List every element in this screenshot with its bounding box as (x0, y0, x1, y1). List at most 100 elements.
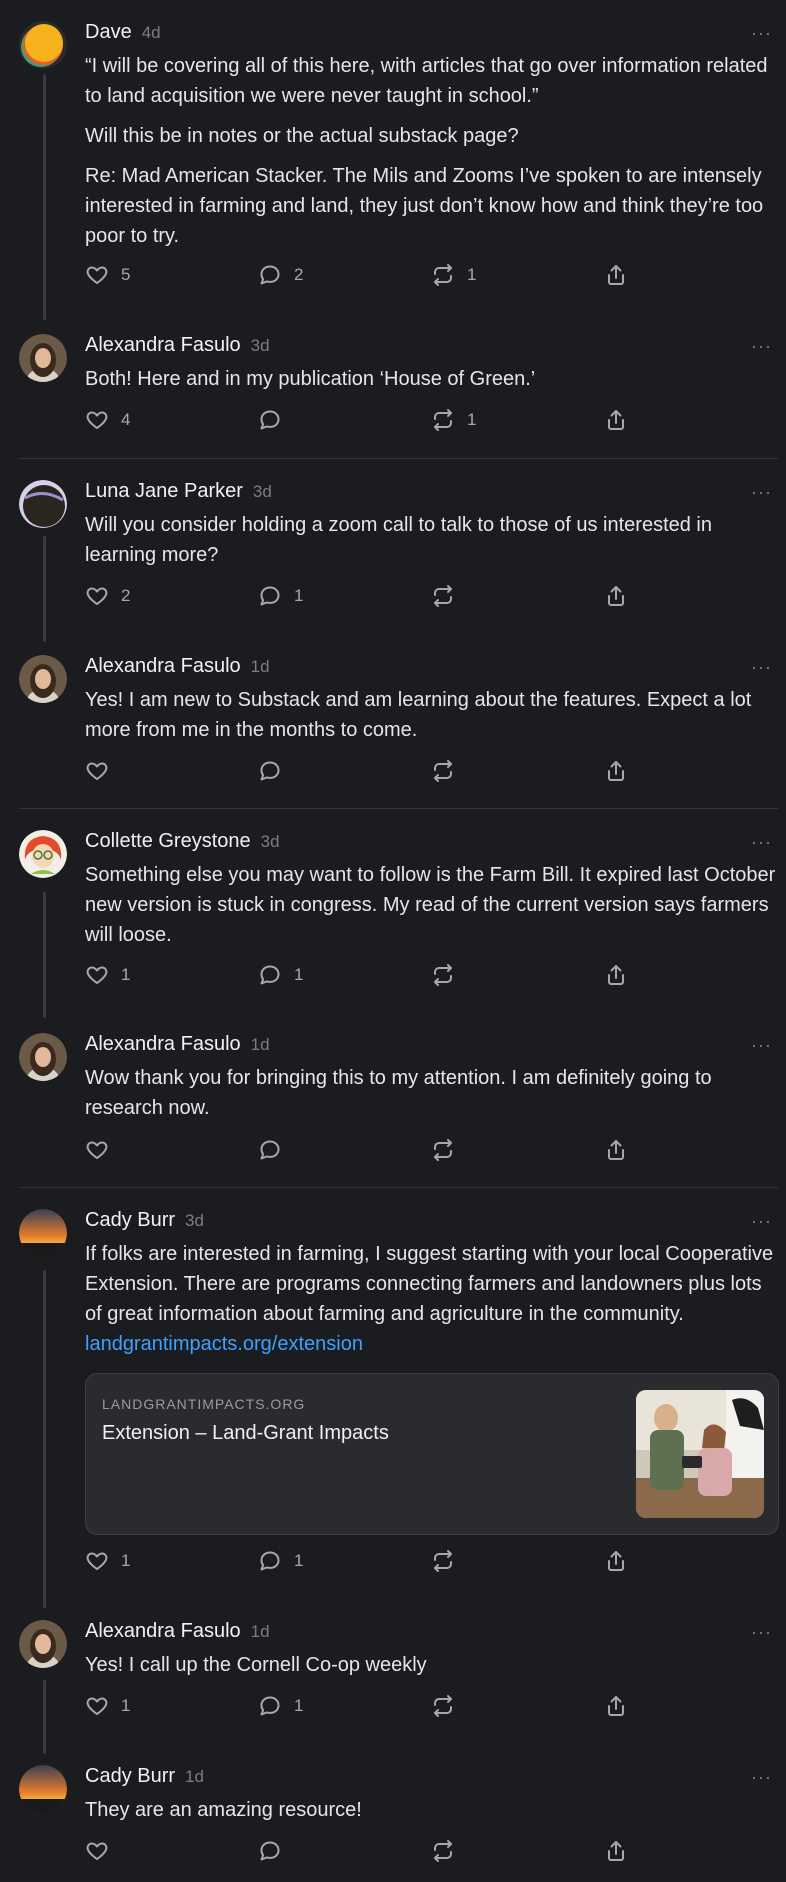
timestamp[interactable]: 3d (253, 482, 272, 502)
like-button[interactable]: 2 (85, 581, 130, 611)
comment-button[interactable]: 1 (258, 960, 303, 990)
author-name[interactable]: Collette Greystone (85, 830, 251, 853)
author-name[interactable]: Alexandra Fasulo (85, 1620, 241, 1643)
like-count: 4 (121, 410, 131, 429)
avatar[interactable] (19, 1620, 67, 1668)
restack-button[interactable]: 1 (431, 405, 476, 435)
comment-button[interactable]: 2 (258, 260, 303, 290)
comment-button[interactable]: 1 (258, 1546, 303, 1576)
timestamp[interactable]: 3d (185, 1211, 204, 1231)
author-name[interactable]: Alexandra Fasulo (85, 655, 241, 678)
like-button[interactable] (85, 1135, 121, 1165)
link-preview-domain: LANDGRANTIMPACTS.ORG (102, 1396, 306, 1412)
comment-button[interactable] (258, 1135, 294, 1165)
author-name[interactable]: Cady Burr (85, 1209, 175, 1232)
share-button[interactable] (604, 260, 640, 290)
restack-icon (434, 1139, 452, 1161)
timestamp[interactable]: 1d (251, 1622, 270, 1642)
share-button[interactable] (604, 1546, 640, 1576)
external-link[interactable]: landgrantimpacts.org/extension (85, 1329, 778, 1359)
more-dots-icon[interactable]: ··· (751, 832, 772, 853)
restack-button[interactable] (431, 1691, 467, 1721)
link-preview-card[interactable]: LANDGRANTIMPACTS.ORG Extension – Land-Gr… (85, 1373, 779, 1535)
restack-button[interactable] (431, 1836, 467, 1866)
comment-bubble-icon (260, 410, 280, 430)
author-name[interactable]: Cady Burr (85, 1765, 175, 1788)
comment-button[interactable] (258, 405, 294, 435)
timestamp[interactable]: 1d (185, 1767, 204, 1787)
timestamp[interactable]: 1d (251, 657, 270, 677)
link-preview-image (636, 1390, 764, 1518)
comment-button[interactable] (258, 756, 294, 786)
author-name[interactable]: Alexandra Fasulo (85, 1033, 241, 1056)
restack-icon (434, 409, 452, 431)
restack-button[interactable]: 1 (431, 260, 476, 290)
restack-count: 1 (467, 265, 477, 284)
more-dots-icon[interactable]: ··· (751, 482, 772, 503)
restack-button[interactable] (431, 1546, 467, 1576)
timestamp[interactable]: 1d (251, 1035, 270, 1055)
more-dots-icon[interactable]: ··· (751, 1035, 772, 1056)
like-button[interactable]: 5 (85, 260, 130, 290)
author-name[interactable]: Dave (85, 21, 132, 44)
share-button[interactable] (604, 1135, 640, 1165)
comment-bubble-icon (260, 586, 280, 606)
like-button[interactable]: 1 (85, 1691, 130, 1721)
avatar[interactable] (19, 655, 67, 703)
comment-actions: 1 1 (85, 960, 685, 990)
comment-bubble-icon (260, 965, 280, 985)
share-icon (608, 1551, 624, 1571)
thread-divider (19, 458, 778, 459)
comment-button[interactable]: 1 (258, 1691, 303, 1721)
avatar[interactable] (19, 21, 67, 69)
timestamp[interactable]: 3d (251, 336, 270, 356)
avatar[interactable] (19, 1765, 67, 1813)
restack-icon (434, 264, 452, 286)
share-button[interactable] (604, 756, 640, 786)
restack-button[interactable] (431, 960, 467, 990)
comment-button[interactable] (258, 1836, 294, 1866)
heart-icon (86, 411, 108, 429)
more-dots-icon[interactable]: ··· (751, 657, 772, 678)
share-button[interactable] (604, 405, 640, 435)
comment-text: If folks are interested in farming, I su… (85, 1243, 774, 1325)
comment-text: They are an amazing resource! (85, 1799, 362, 1821)
restack-button[interactable] (431, 581, 467, 611)
avatar[interactable] (19, 480, 67, 528)
share-button[interactable] (604, 581, 640, 611)
more-dots-icon[interactable]: ··· (751, 1622, 772, 1643)
comment-button[interactable]: 1 (258, 581, 303, 611)
comment-text: Wow thank you for bringing this to my at… (85, 1067, 712, 1119)
like-button[interactable] (85, 1836, 121, 1866)
thread-line (43, 892, 46, 1018)
share-icon (608, 965, 624, 985)
author-name[interactable]: Alexandra Fasulo (85, 334, 241, 357)
like-button[interactable]: 4 (85, 405, 130, 435)
timestamp[interactable]: 3d (261, 832, 280, 852)
timestamp[interactable]: 4d (142, 23, 161, 43)
restack-button[interactable] (431, 756, 467, 786)
share-button[interactable] (604, 1836, 640, 1866)
more-dots-icon[interactable]: ··· (751, 336, 772, 357)
avatar[interactable] (19, 334, 67, 382)
share-button[interactable] (604, 1691, 640, 1721)
like-button[interactable]: 1 (85, 1546, 130, 1576)
thread-line (43, 1270, 46, 1608)
restack-button[interactable] (431, 1135, 467, 1165)
like-button[interactable]: 1 (85, 960, 130, 990)
more-dots-icon[interactable]: ··· (751, 1767, 772, 1788)
avatar[interactable] (19, 830, 67, 878)
share-button[interactable] (604, 960, 640, 990)
restack-icon (434, 1550, 452, 1572)
more-dots-icon[interactable]: ··· (751, 23, 772, 44)
avatar[interactable] (19, 1033, 67, 1081)
like-button[interactable] (85, 756, 121, 786)
author-name[interactable]: Luna Jane Parker (85, 480, 243, 503)
heart-icon (86, 587, 108, 605)
heart-icon (86, 762, 108, 780)
more-dots-icon[interactable]: ··· (751, 1211, 772, 1232)
restack-icon (434, 585, 452, 607)
comment-bubble-icon (260, 265, 280, 285)
avatar[interactable] (19, 1209, 67, 1257)
heart-icon (86, 1842, 108, 1860)
